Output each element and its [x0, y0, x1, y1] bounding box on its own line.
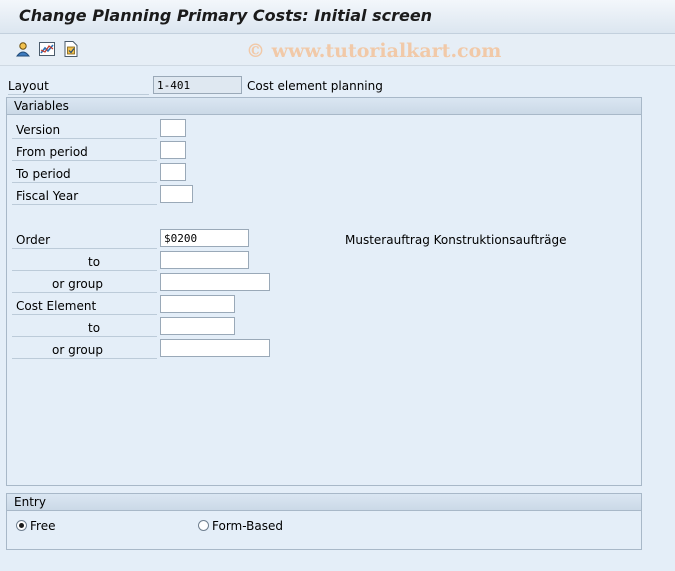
- order-group-label: or group: [52, 277, 103, 291]
- from-period-field[interactable]: [160, 141, 186, 159]
- entry-group-header: Entry: [7, 494, 641, 511]
- to-period-label: To period: [16, 167, 71, 181]
- cost-element-from-field[interactable]: [160, 295, 235, 313]
- order-group-underline: [12, 292, 157, 293]
- title-bar: Change Planning Primary Costs: Initial s…: [0, 0, 675, 34]
- from-period-label: From period: [16, 145, 88, 159]
- version-underline: [12, 138, 157, 139]
- variables-group-header: Variables: [7, 98, 641, 115]
- order-label: Order: [16, 233, 51, 247]
- form-based-radio-label[interactable]: Form-Based: [212, 519, 283, 533]
- order-to-field[interactable]: [160, 251, 249, 269]
- order-from-field[interactable]: [160, 229, 249, 247]
- fiscal-year-label: Fiscal Year: [16, 189, 79, 203]
- cost-element-to-underline: [12, 336, 157, 337]
- fiscal-year-field[interactable]: [160, 185, 193, 203]
- layout-label-underline: [8, 94, 149, 95]
- order-group-field[interactable]: [160, 273, 270, 291]
- person-icon[interactable]: [14, 40, 32, 58]
- watermark-text: © www.tutorialkart.com: [246, 40, 502, 62]
- order-underline: [12, 248, 157, 249]
- entry-group: Entry: [6, 493, 642, 550]
- from-period-underline: [12, 160, 157, 161]
- cost-element-to-field[interactable]: [160, 317, 235, 335]
- cost-element-group-label: or group: [52, 343, 103, 357]
- to-period-underline: [12, 182, 157, 183]
- document-icon[interactable]: [62, 40, 80, 58]
- free-radio[interactable]: [16, 520, 27, 531]
- page-title: Change Planning Primary Costs: Initial s…: [19, 6, 433, 25]
- application-toolbar: © www.tutorialkart.com: [0, 34, 675, 66]
- version-label: Version: [16, 123, 61, 137]
- cost-element-underline: [12, 314, 157, 315]
- free-radio-label[interactable]: Free: [30, 519, 55, 533]
- order-to-label: to: [88, 255, 101, 269]
- cost-element-group-underline: [12, 358, 157, 359]
- fiscal-year-underline: [12, 204, 157, 205]
- form-based-radio[interactable]: [198, 520, 209, 531]
- cost-element-group-field[interactable]: [160, 339, 270, 357]
- cost-element-label: Cost Element: [16, 299, 97, 313]
- chart-icon[interactable]: [38, 40, 56, 58]
- cost-element-to-label: to: [88, 321, 101, 335]
- order-description: Musterauftrag Konstruktionsaufträge: [345, 233, 567, 247]
- to-period-field[interactable]: [160, 163, 186, 181]
- layout-description: Cost element planning: [247, 79, 383, 93]
- layout-label: Layout: [8, 79, 49, 93]
- version-field[interactable]: [160, 119, 186, 137]
- layout-field[interactable]: [153, 76, 242, 94]
- order-to-underline: [12, 270, 157, 271]
